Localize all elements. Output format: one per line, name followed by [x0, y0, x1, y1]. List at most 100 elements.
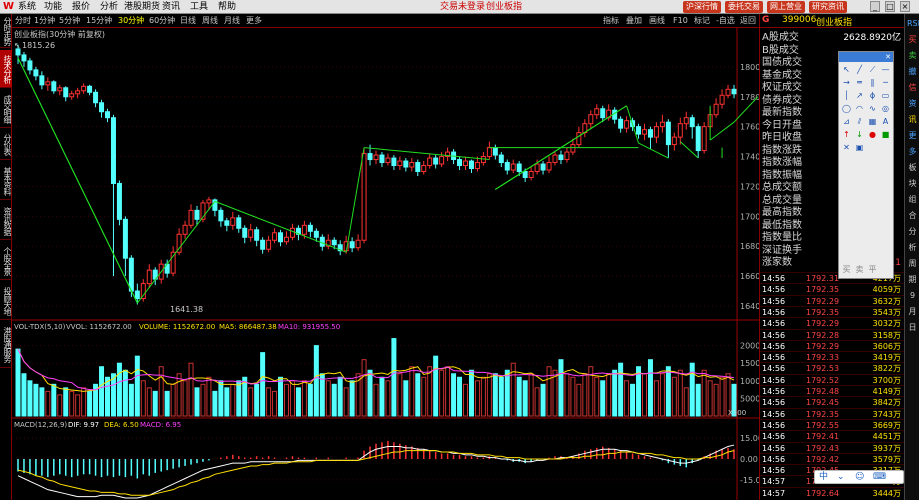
mark-button[interactable]: 标记	[694, 16, 710, 26]
tab-panorama[interactable]: 个股全景	[0, 242, 12, 280]
right-tool-7[interactable]: 更	[907, 130, 918, 141]
tick-row[interactable]: 14:56 1792.41 4451万	[760, 430, 905, 442]
ime-punct[interactable]: ⌄	[837, 471, 845, 483]
right-tool-5[interactable]: 资	[907, 98, 918, 109]
menu-hk-futures[interactable]: 港股期货	[124, 1, 160, 13]
maximize-icon[interactable]: □	[885, 1, 895, 12]
vline-icon[interactable]: │	[841, 90, 852, 101]
right-tool-2[interactable]: 卖	[907, 50, 918, 61]
right-tool-15[interactable]: 周	[907, 258, 918, 269]
menu-functions[interactable]: 功能	[44, 1, 62, 13]
circle-icon[interactable]: ◯	[841, 103, 852, 114]
rect-icon[interactable]: ▭	[880, 90, 891, 101]
right-tool-14[interactable]: 析	[907, 242, 918, 253]
ime-keyboard-icon[interactable]: ⌨	[873, 471, 886, 483]
period-15min[interactable]: 15分钟	[86, 16, 112, 26]
tick-row[interactable]: 14:56 1792.42 3579万	[760, 452, 905, 465]
line-icon[interactable]: ╱	[854, 64, 865, 75]
right-tool-11[interactable]: 组	[907, 194, 918, 205]
buy-icon[interactable]: ●	[867, 129, 878, 140]
draw-tools-palette[interactable]: ✕ ↖ ╱ ⟋ — → ═ ∥ ─ │ ↗ ϕ ▭ ◯ ◠ ∿ ◎ ⊿ ⫽ ▦ A ↑ ↓ ● ■ ✕ ▣ 买卖平	[838, 51, 894, 279]
login-status[interactable]: 交易未登录	[440, 1, 485, 13]
tab-technical[interactable]: 技术分析	[0, 50, 12, 88]
menu-help[interactable]: 帮助	[218, 1, 236, 13]
menu-analysis[interactable]: 分析	[100, 1, 118, 13]
right-tool-9[interactable]: 板	[907, 162, 918, 173]
fib-icon[interactable]: ϕ	[867, 90, 878, 101]
right-tool-16[interactable]: 期	[907, 274, 918, 285]
kline-chart[interactable]: 1800 1780 1760 1740 1720 1700 1680 1660 1640 200…	[12, 28, 759, 500]
gann-icon[interactable]: ⊿	[841, 116, 852, 127]
wave-icon[interactable]: ∿	[867, 103, 878, 114]
right-tool-10[interactable]: 块	[907, 178, 918, 189]
tick-row[interactable]: 14:56 1792.48 4149万	[760, 385, 905, 397]
trade-button[interactable]: 委托交易	[725, 1, 763, 13]
right-tool-3[interactable]: 撤	[907, 66, 918, 77]
draw-tool-bottom-1[interactable]: 卖	[854, 264, 865, 275]
hline-icon[interactable]: ─	[880, 77, 891, 88]
menu-quotes[interactable]: 报价	[72, 1, 90, 13]
arrow-icon[interactable]: →	[841, 77, 852, 88]
draw-line-button[interactable]: 画线	[649, 16, 665, 26]
tab-trades[interactable]: 成交明细	[0, 90, 12, 128]
period-5min[interactable]: 5分钟	[59, 16, 80, 26]
up-arrow-icon[interactable]: ↑	[841, 129, 852, 140]
segment-icon[interactable]: —	[880, 64, 891, 75]
ime-bar[interactable]: 中 ⌄ ☺ ⌨	[814, 470, 904, 484]
channel-icon[interactable]: ═	[854, 77, 865, 88]
menu-tools[interactable]: 工具	[190, 1, 208, 13]
period-monthly[interactable]: 月线	[224, 16, 240, 26]
tab-fundamentals[interactable]: 基本资料	[0, 162, 12, 200]
tick-row[interactable]: 14:56 1792.35 3743万	[760, 407, 905, 420]
back-button[interactable]: 返回	[740, 16, 756, 26]
text-icon[interactable]: A	[880, 116, 891, 127]
parallel-icon[interactable]: ∥	[867, 77, 878, 88]
trend-icon[interactable]: ↗	[854, 90, 865, 101]
tick-row[interactable]: 14:56 1792.52 3700万	[760, 373, 905, 386]
tick-row[interactable]: 14:56 1792.43 3937万	[760, 441, 905, 454]
right-tool-17[interactable]: 9	[907, 290, 918, 301]
period-60min[interactable]: 60分钟	[149, 16, 175, 26]
pointer-icon[interactable]: ↖	[841, 64, 852, 75]
arc-icon[interactable]: ◠	[854, 103, 865, 114]
right-tool-6[interactable]: 讯	[907, 114, 918, 125]
tick-row[interactable]: 14:57 1792.64 3444万	[760, 486, 905, 499]
tick-row[interactable]: 14:56 1792.55 3669万	[760, 418, 905, 431]
tick-row[interactable]: 14:56 1792.53 3822万	[760, 362, 905, 374]
tick-row[interactable]: 14:56 1792.29 3606万	[760, 339, 905, 352]
right-tool-18[interactable]: 月	[907, 306, 918, 317]
tick-row[interactable]: 14:56 1792.28 3158万	[760, 328, 905, 341]
period-daily[interactable]: 日线	[180, 16, 196, 26]
tab-price-table[interactable]: 分价表	[0, 130, 12, 160]
menu-news[interactable]: 资讯	[162, 1, 180, 13]
ime-emoji-icon[interactable]: ☺	[855, 471, 864, 483]
tick-row[interactable]: 14:56 1792.29 3632万	[760, 294, 905, 307]
delete-icon[interactable]: ✕	[841, 142, 852, 153]
overlay-button[interactable]: 叠加	[626, 16, 642, 26]
right-tool-19[interactable]: 日	[907, 322, 918, 333]
right-tool-13[interactable]: 分	[907, 226, 918, 237]
period-weekly[interactable]: 周线	[202, 16, 218, 26]
sh-sz-quotes-button[interactable]: 沪深行情	[683, 1, 721, 13]
period-intraday[interactable]: 分时	[15, 16, 31, 26]
speed-icon[interactable]: ⫽	[854, 116, 865, 127]
tick-row[interactable]: 14:56 1792.35 4059万	[760, 283, 905, 295]
close-icon[interactable]: ×	[900, 1, 910, 12]
period-30min[interactable]: 30分钟	[118, 16, 144, 26]
research-button[interactable]: 研究资讯	[809, 1, 847, 13]
tab-advisor[interactable]: 投顾天地	[0, 282, 12, 320]
draw-tool-bottom-0[interactable]: 买	[841, 264, 852, 275]
cycle-icon[interactable]: ◎	[880, 103, 891, 114]
tab-intraday[interactable]: 分时走势	[0, 14, 12, 48]
right-tool-12[interactable]: 合	[907, 210, 918, 221]
period-more[interactable]: 更多	[246, 16, 262, 26]
menu-system[interactable]: 系统	[18, 1, 36, 13]
tab-hk-connect[interactable]: 港股通服务	[0, 322, 12, 368]
right-tool-0[interactable]: RSI	[907, 18, 919, 29]
grid-icon[interactable]: ▦	[867, 116, 878, 127]
right-tool-4[interactable]: 信	[907, 82, 918, 93]
online-service-button[interactable]: 网上营业	[767, 1, 805, 13]
tick-row[interactable]: 14:56 1792.33 3419万	[760, 351, 905, 363]
f10-button[interactable]: F10	[673, 16, 688, 26]
down-arrow-icon[interactable]: ↓	[854, 129, 865, 140]
